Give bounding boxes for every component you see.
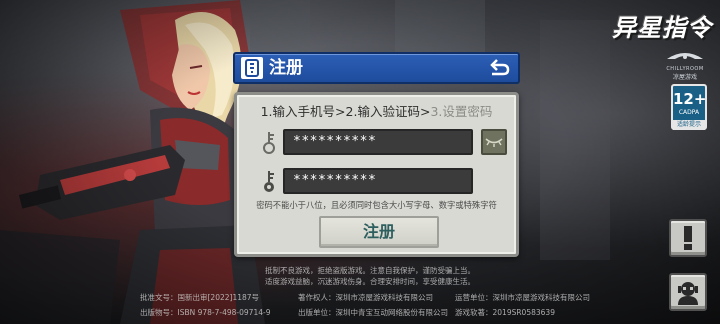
- wing-emblem-icon: [667, 53, 703, 59]
- isbn-number: 出版物号：ISBN 978-7-498-09714-9: [140, 308, 271, 317]
- age-rating-tip: 适龄提示: [673, 120, 705, 130]
- step-code: 2.输入验证码: [345, 104, 420, 119]
- register-panel: 1.输入手机号>2.输入验证码>3.设置密码 ********** ******…: [234, 92, 519, 257]
- key-icon: [259, 130, 279, 154]
- copyright-owner: 著作权人：深圳市凉屋游戏科技有限公司: [298, 293, 433, 302]
- studio-subname: 凉屋游戏: [672, 74, 697, 81]
- step-password: 3.设置密码: [430, 104, 493, 119]
- age-rating-org: CADPA: [678, 109, 700, 116]
- dialog-title: 注册: [269, 58, 303, 78]
- step-separator: >: [419, 104, 431, 119]
- phone-card-icon: [241, 57, 263, 79]
- health-notice: 抵制不良游戏，拒绝盗版游戏。注意自我保护，谨防受骗上当。 适度游戏益脑，沉迷游戏…: [220, 265, 520, 287]
- software-registration: 游戏软著：2019SR0583639: [455, 308, 555, 317]
- step-separator: >: [335, 104, 346, 119]
- key-icon: [259, 169, 279, 193]
- age-rating-value: 12+: [673, 90, 707, 108]
- report-button[interactable]: [669, 219, 707, 257]
- health-notice-line2: 适度游戏益脑，沉迷游戏伤身。合理安排时间，享受健康生活。: [265, 277, 475, 286]
- back-button[interactable]: [488, 57, 512, 79]
- operator: 运营单位：深圳市凉屋游戏科技有限公司: [455, 293, 590, 302]
- eye-closed-icon: [485, 138, 503, 147]
- step-phone: 1.输入手机号: [260, 104, 336, 119]
- support-agent-icon: [678, 282, 698, 305]
- register-steps: 1.输入手机号>2.输入验证码>3.设置密码: [237, 103, 516, 121]
- confirm-password-input[interactable]: **********: [283, 168, 473, 194]
- studio-logo: CHILLYROOM 凉屋游戏: [656, 46, 714, 81]
- toggle-password-visibility[interactable]: [481, 129, 507, 155]
- password-input[interactable]: **********: [283, 129, 473, 155]
- game-logo: 异星指令: [612, 14, 712, 42]
- exclamation-icon: [684, 226, 692, 250]
- password-hint: 密码不能小于八位，且必须同时包含大小写字母、数字或特殊字符: [256, 200, 497, 210]
- return-arrow-icon: [490, 59, 510, 76]
- publisher: 出版单位：深圳中青宝互动网络股份有限公司: [298, 308, 448, 317]
- dialog-header: 注册: [233, 52, 520, 84]
- customer-service-button[interactable]: [669, 273, 707, 311]
- approval-number: 批准文号：国新出审[2022]1187号: [140, 293, 260, 302]
- confirm-password-row: **********: [253, 168, 509, 194]
- register-submit-button[interactable]: 注册: [319, 216, 439, 248]
- password-row: **********: [253, 129, 509, 155]
- age-rating-badge[interactable]: 12+ CADPA 适龄提示: [671, 84, 707, 130]
- health-notice-line1: 抵制不良游戏，拒绝盗版游戏。注意自我保护，谨防受骗上当。: [265, 266, 475, 275]
